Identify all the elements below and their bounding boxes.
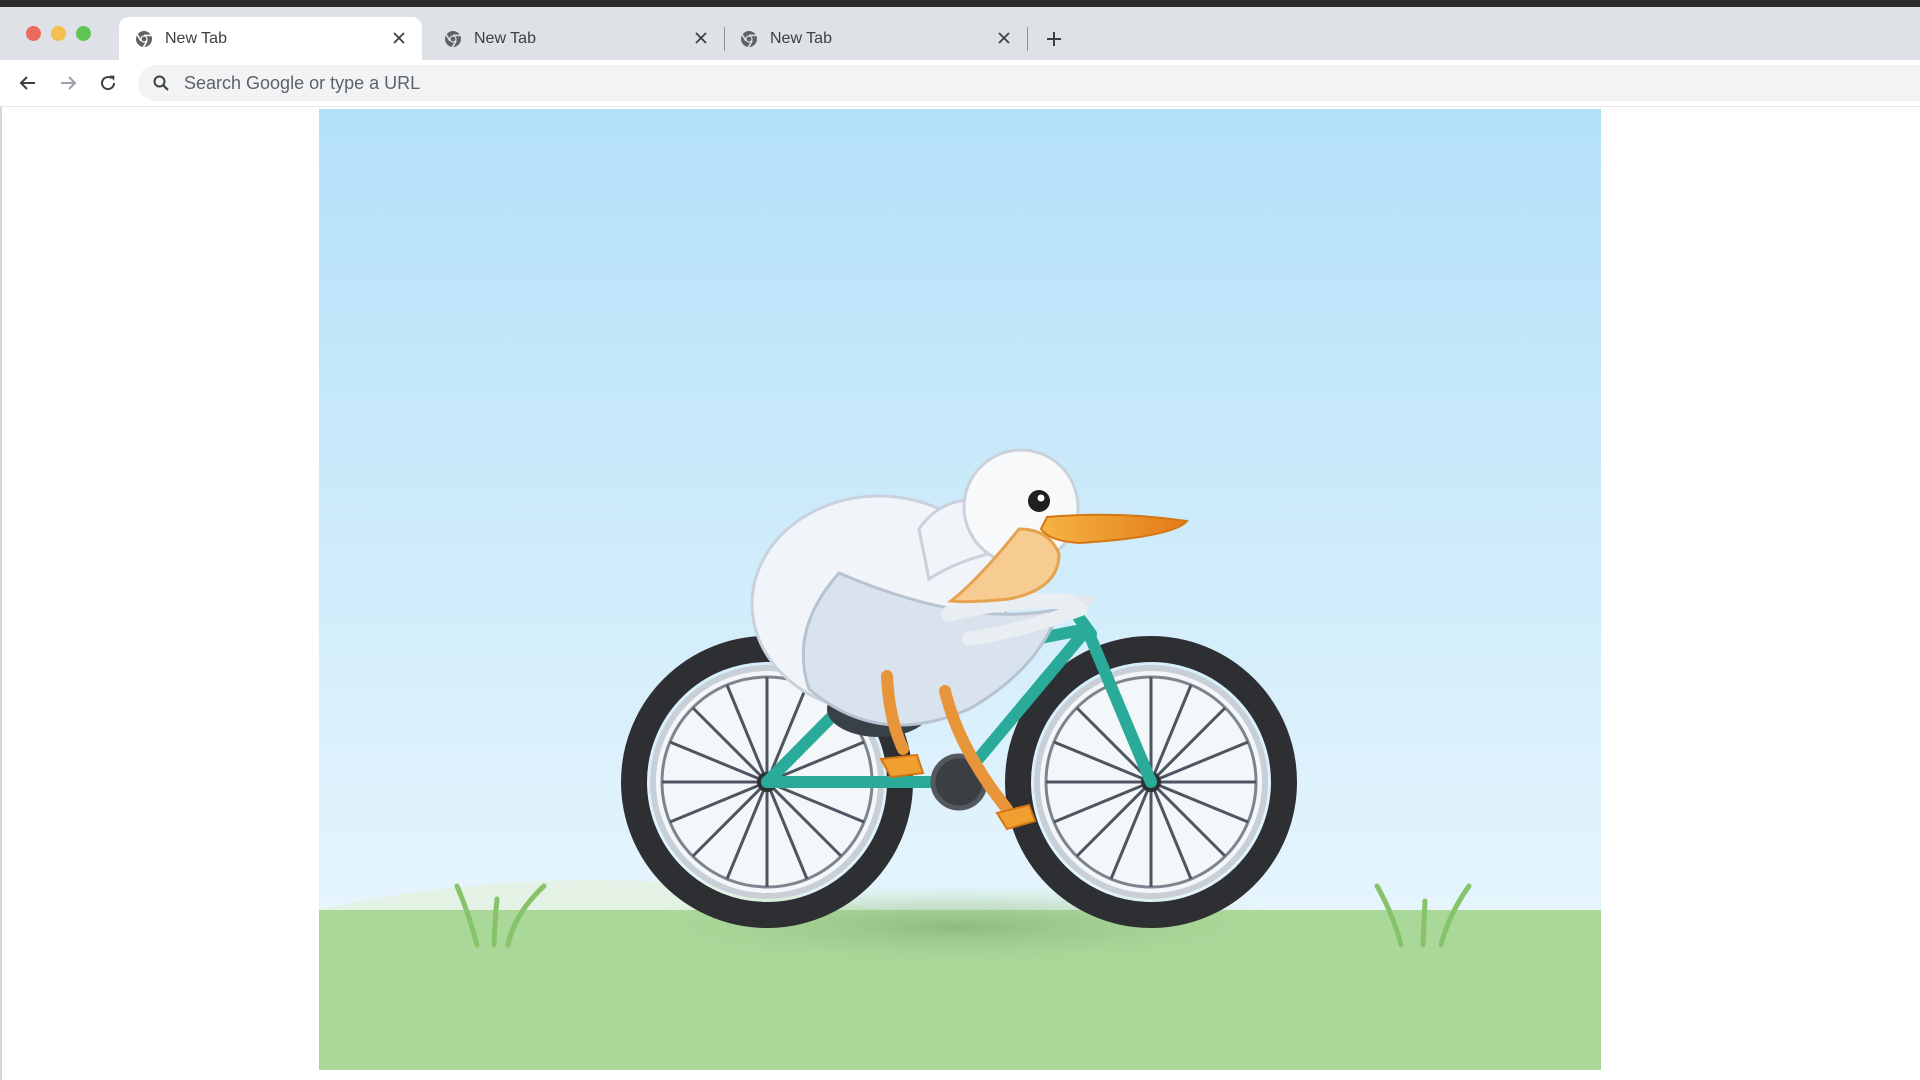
close-icon[interactable] (692, 29, 710, 47)
window-minimize-button[interactable] (51, 26, 66, 41)
close-icon[interactable] (995, 29, 1013, 47)
close-icon[interactable] (390, 29, 408, 47)
back-button[interactable] (16, 71, 40, 95)
reload-button[interactable] (96, 71, 120, 95)
window-left-border (0, 107, 2, 1080)
forward-button[interactable] (56, 71, 80, 95)
window-maximize-button[interactable] (76, 26, 91, 41)
address-bar[interactable] (138, 65, 1920, 101)
arrow-back-icon (19, 76, 35, 90)
tab-new-tab-3[interactable]: New Tab (724, 17, 1027, 60)
tab-separator (1027, 27, 1028, 51)
cycling-bird-illustration (319, 109, 1601, 1070)
page-content (0, 107, 1920, 1080)
arrow-forward-icon (61, 76, 77, 90)
reload-icon (101, 75, 116, 91)
toolbar (0, 60, 1920, 107)
search-input[interactable] (182, 71, 1086, 95)
browser-window: New Tab New Tab New Tab Search Google or… (0, 0, 1920, 1080)
search-icon (153, 75, 169, 91)
tab-title: New Tab (474, 29, 536, 47)
plus-icon (1047, 32, 1061, 46)
tab-new-tab-1[interactable]: New Tab (119, 17, 422, 60)
new-tab-button[interactable] (1042, 27, 1066, 51)
window-top-edge (0, 0, 1920, 7)
window-close-button[interactable] (26, 26, 41, 41)
tab-strip: New Tab New Tab New Tab (0, 7, 1920, 60)
chrome-icon (741, 30, 757, 47)
tab-new-tab-2[interactable]: New Tab (428, 17, 724, 60)
tab-title: New Tab (165, 29, 227, 47)
chrome-icon (136, 30, 152, 47)
chrome-icon (445, 30, 461, 47)
tab-title: New Tab (770, 29, 832, 47)
